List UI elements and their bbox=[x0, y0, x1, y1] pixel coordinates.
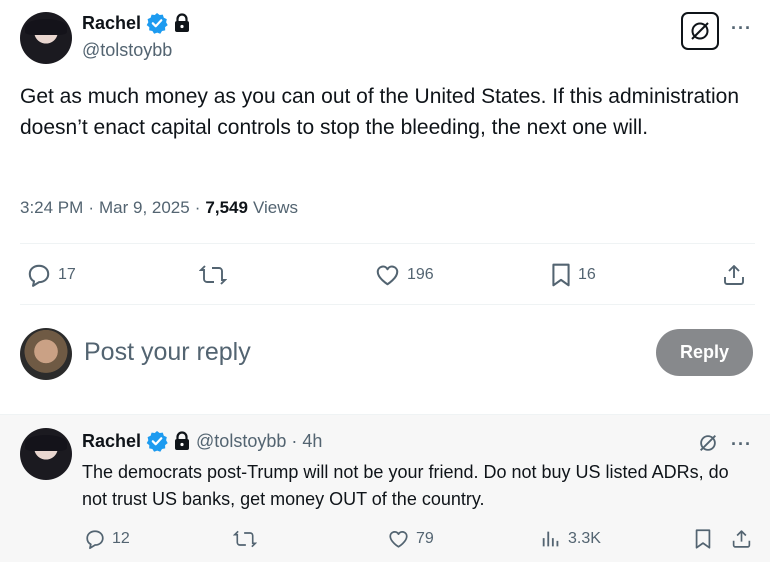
bookmark-icon bbox=[550, 262, 572, 288]
reply-author-handle[interactable]: @tolstoybb bbox=[196, 431, 286, 452]
reply-reply-action[interactable]: 12 bbox=[84, 528, 130, 550]
divider bbox=[20, 243, 755, 244]
share-icon bbox=[722, 262, 746, 288]
divider bbox=[20, 304, 755, 305]
retweet-icon bbox=[233, 528, 257, 550]
author-avatar[interactable] bbox=[20, 12, 72, 64]
views-label: Views bbox=[252, 198, 298, 217]
reply-views-count: 3.3K bbox=[568, 530, 601, 547]
author-info: Rachel bbox=[82, 12, 191, 34]
tweet-meta: 3:24 PM · Mar 9, 2025 · 7,549 Views bbox=[20, 198, 298, 218]
share-icon bbox=[731, 528, 752, 550]
reply-count: 17 bbox=[58, 266, 76, 283]
retweet-icon bbox=[199, 262, 227, 288]
reply-bookmark-action[interactable] bbox=[693, 528, 713, 550]
reply-action[interactable]: 17 bbox=[26, 262, 76, 288]
reply-author-info: Rachel @tolstoybb · 4h bbox=[82, 430, 322, 452]
like-count: 196 bbox=[407, 266, 434, 283]
bookmark-action[interactable]: 16 bbox=[550, 262, 596, 288]
reply-icon bbox=[84, 528, 106, 550]
reply-retweet-action[interactable] bbox=[233, 528, 257, 550]
views-icon bbox=[540, 528, 562, 550]
meta-separator: · bbox=[291, 430, 298, 451]
tweet-text: Get as much money as you can out of the … bbox=[20, 85, 740, 139]
current-user-avatar[interactable] bbox=[20, 328, 72, 380]
reply-age[interactable]: 4h bbox=[302, 431, 322, 452]
lock-icon bbox=[173, 13, 191, 33]
tweet-time[interactable]: 3:24 PM bbox=[20, 198, 83, 218]
share-action[interactable] bbox=[722, 262, 746, 288]
reply-more-button[interactable]: ··· bbox=[731, 434, 752, 455]
like-icon bbox=[374, 262, 401, 288]
reply-views-action[interactable]: 3.3K bbox=[540, 528, 601, 550]
grok-icon[interactable] bbox=[697, 432, 719, 454]
bookmark-icon bbox=[693, 528, 713, 550]
author-handle[interactable]: @tolstoybb bbox=[82, 40, 172, 61]
reply-like-action[interactable]: 79 bbox=[387, 528, 434, 550]
verified-badge-icon[interactable] bbox=[146, 12, 168, 34]
tweet-date[interactable]: Mar 9, 2025 bbox=[99, 198, 190, 218]
author-name[interactable]: Rachel bbox=[82, 13, 141, 34]
reply-text: The democrats post-Trump will not be you… bbox=[82, 462, 729, 509]
verified-badge-icon[interactable] bbox=[146, 430, 168, 452]
reply-author-name[interactable]: Rachel bbox=[82, 431, 141, 452]
retweet-action[interactable] bbox=[199, 262, 227, 288]
views-count: 7,549 bbox=[205, 198, 248, 217]
reply-like-count: 79 bbox=[416, 530, 434, 547]
grok-icon[interactable] bbox=[681, 12, 719, 50]
meta-separator: · bbox=[88, 198, 94, 217]
reply-button[interactable]: Reply bbox=[656, 329, 753, 376]
more-button[interactable]: ··· bbox=[731, 18, 752, 39]
reply-input[interactable]: Post your reply bbox=[84, 338, 251, 367]
meta-separator: · bbox=[194, 198, 201, 217]
reply-reply-count: 12 bbox=[112, 530, 130, 547]
like-action[interactable]: 196 bbox=[374, 262, 434, 288]
reply-icon bbox=[26, 262, 52, 288]
lock-icon bbox=[173, 431, 191, 451]
bookmark-count: 16 bbox=[578, 266, 596, 283]
reply-share-action[interactable] bbox=[731, 528, 752, 550]
reply-author-avatar[interactable] bbox=[20, 428, 72, 480]
like-icon bbox=[387, 528, 410, 550]
